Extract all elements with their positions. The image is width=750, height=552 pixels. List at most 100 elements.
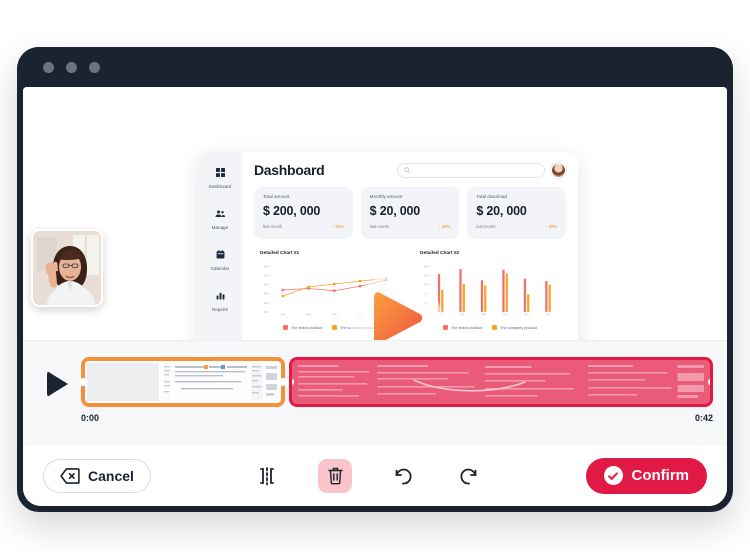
close-dot-icon[interactable]: [43, 61, 54, 73]
page-title: Dashboard: [254, 162, 325, 178]
clip-thumbnails: [85, 361, 281, 403]
video-preview-stage[interactable]: Dashboard Manage Calendar Reports Dashbo…: [23, 87, 727, 390]
svg-text:MAR: MAR: [306, 313, 311, 316]
svg-text:2000: 2000: [264, 303, 270, 305]
legend-item: The brand product: [443, 325, 482, 330]
stat-card-delta: ↑ 30%: [438, 224, 451, 229]
confirm-label: Confirm: [631, 467, 690, 484]
redo-button[interactable]: [454, 461, 484, 491]
timeline-start-time: 0:00: [81, 413, 100, 423]
split-icon: [260, 466, 275, 485]
svg-text:FEB: FEB: [460, 314, 465, 316]
stat-card-total-amount: Total amount $ 200, 000 last month ↑ 30%: [254, 187, 353, 239]
undo-icon: [395, 468, 412, 484]
stat-card-monthly-amount: Monthly amount $ 20, 000 last month ↑ 30…: [360, 187, 460, 239]
stat-card-total-download: Total download $ 20, 000 last month ↑ 30…: [467, 187, 567, 239]
cancel-button[interactable]: Cancel: [43, 458, 151, 493]
svg-text:APR: APR: [503, 313, 508, 316]
svg-text:1000: 1000: [264, 312, 270, 314]
stat-card-label: Total amount: [263, 194, 290, 199]
timeline-clip-selected[interactable]: [79, 357, 287, 407]
legend-label: The brand product: [451, 325, 483, 330]
svg-text:FEB: FEB: [281, 314, 286, 316]
svg-text:6000: 6000: [264, 267, 270, 269]
stat-card-label: Monthly amount: [369, 194, 403, 199]
sidebar-label: Calendar: [210, 266, 230, 271]
timeline: 0:00 0:42: [23, 340, 727, 445]
svg-text:MAY: MAY: [524, 313, 529, 316]
stat-card-value: $ 20, 000: [369, 204, 421, 218]
stat-card-period: last month: [263, 224, 283, 229]
calendar-icon: [216, 246, 225, 264]
stat-card-label: Total download: [476, 194, 507, 199]
stat-card-value: $ 20, 000: [476, 204, 527, 218]
maximize-dot-icon[interactable]: [89, 61, 100, 73]
confirm-button[interactable]: Confirm: [585, 457, 707, 494]
clip-trim-handle-right[interactable]: [279, 378, 287, 386]
sidebar-label: Manage: [211, 225, 229, 230]
timeline-times: 0:00 0:42: [81, 413, 713, 423]
window-body: Dashboard Manage Calendar Reports Dashbo…: [23, 87, 727, 506]
stat-card-delta: ↑ 30%: [545, 224, 558, 229]
svg-text:JUN: JUN: [546, 314, 551, 316]
timeline-track[interactable]: [79, 357, 713, 407]
header-right: [397, 162, 566, 178]
sidebar-item-manage[interactable]: Manage: [198, 205, 242, 230]
sidebar-label: Reports: [211, 307, 229, 312]
stat-card-footer: last month ↑ 30%: [370, 224, 451, 229]
users-icon: [215, 205, 225, 223]
stat-card-footer: last month ↑ 30%: [263, 224, 344, 229]
trash-icon: [328, 467, 343, 485]
split-button[interactable]: [252, 461, 282, 491]
svg-text:MAR: MAR: [481, 313, 486, 316]
svg-text:5000: 5000: [424, 276, 430, 278]
edit-tools: [151, 458, 586, 493]
svg-text:5000: 5000: [264, 276, 270, 278]
legend-label: The company product: [500, 325, 537, 330]
backspace-icon: [60, 467, 80, 484]
search-input[interactable]: [397, 162, 545, 178]
timeline-clip-trimmed[interactable]: [289, 357, 713, 407]
svg-text:4000: 4000: [264, 285, 270, 287]
window-titlebar: [17, 47, 733, 87]
legend-item: The company product: [492, 325, 537, 330]
sidebar-label: Dashboard: [208, 184, 232, 189]
sidebar-item-dashboard[interactable]: Dashboard: [198, 164, 242, 189]
clip-thumbnail-strip: [85, 361, 281, 403]
search-icon: [404, 167, 410, 173]
clip-trim-handle-right[interactable]: [708, 378, 710, 386]
svg-text:APR: APR: [332, 313, 337, 316]
presenter-photo: [33, 231, 101, 305]
svg-text:3000: 3000: [264, 294, 270, 296]
stat-card-delta: ↑ 30%: [332, 224, 344, 229]
timeline-play-button[interactable]: [47, 371, 68, 397]
clip-trim-handle-left[interactable]: [79, 378, 87, 386]
chart-title: Detailed Chart 01: [260, 251, 300, 256]
stat-card-value: $ 200, 000: [263, 204, 321, 218]
stat-cards: Total amount $ 200, 000 last month ↑ 30%…: [254, 187, 567, 239]
grid-icon: [215, 164, 225, 182]
svg-text:6000: 6000: [424, 267, 430, 269]
bar-chart-icon: [216, 287, 225, 305]
stat-card-period: last month: [476, 224, 496, 229]
stat-card-footer: last month ↑ 30%: [476, 224, 557, 229]
dashboard-header: Dashboard: [254, 162, 566, 178]
delete-button[interactable]: [318, 458, 353, 493]
clip-thumbnail-strip: [292, 360, 710, 404]
legend-label: The brand product: [291, 325, 323, 330]
check-circle-icon: [603, 466, 623, 485]
editor-toolbar: Cancel Confirm: [23, 445, 727, 506]
chart-title: Detailed Chart 02: [420, 251, 460, 256]
stat-card-period: last month: [369, 224, 389, 229]
cancel-label: Cancel: [88, 467, 134, 484]
undo-button[interactable]: [388, 461, 418, 491]
avatar[interactable]: [551, 162, 566, 178]
redo-icon: [460, 468, 477, 484]
timeline-end-time: 0:42: [694, 413, 713, 423]
minimize-dot-icon[interactable]: [66, 61, 77, 73]
presenter-webcam-overlay: [31, 229, 103, 307]
legend-item: The brand product: [283, 325, 322, 330]
app-window: Dashboard Manage Calendar Reports Dashbo…: [17, 47, 733, 512]
sidebar-item-reports[interactable]: Reports: [198, 287, 242, 312]
sidebar-item-calendar[interactable]: Calendar: [198, 246, 242, 271]
